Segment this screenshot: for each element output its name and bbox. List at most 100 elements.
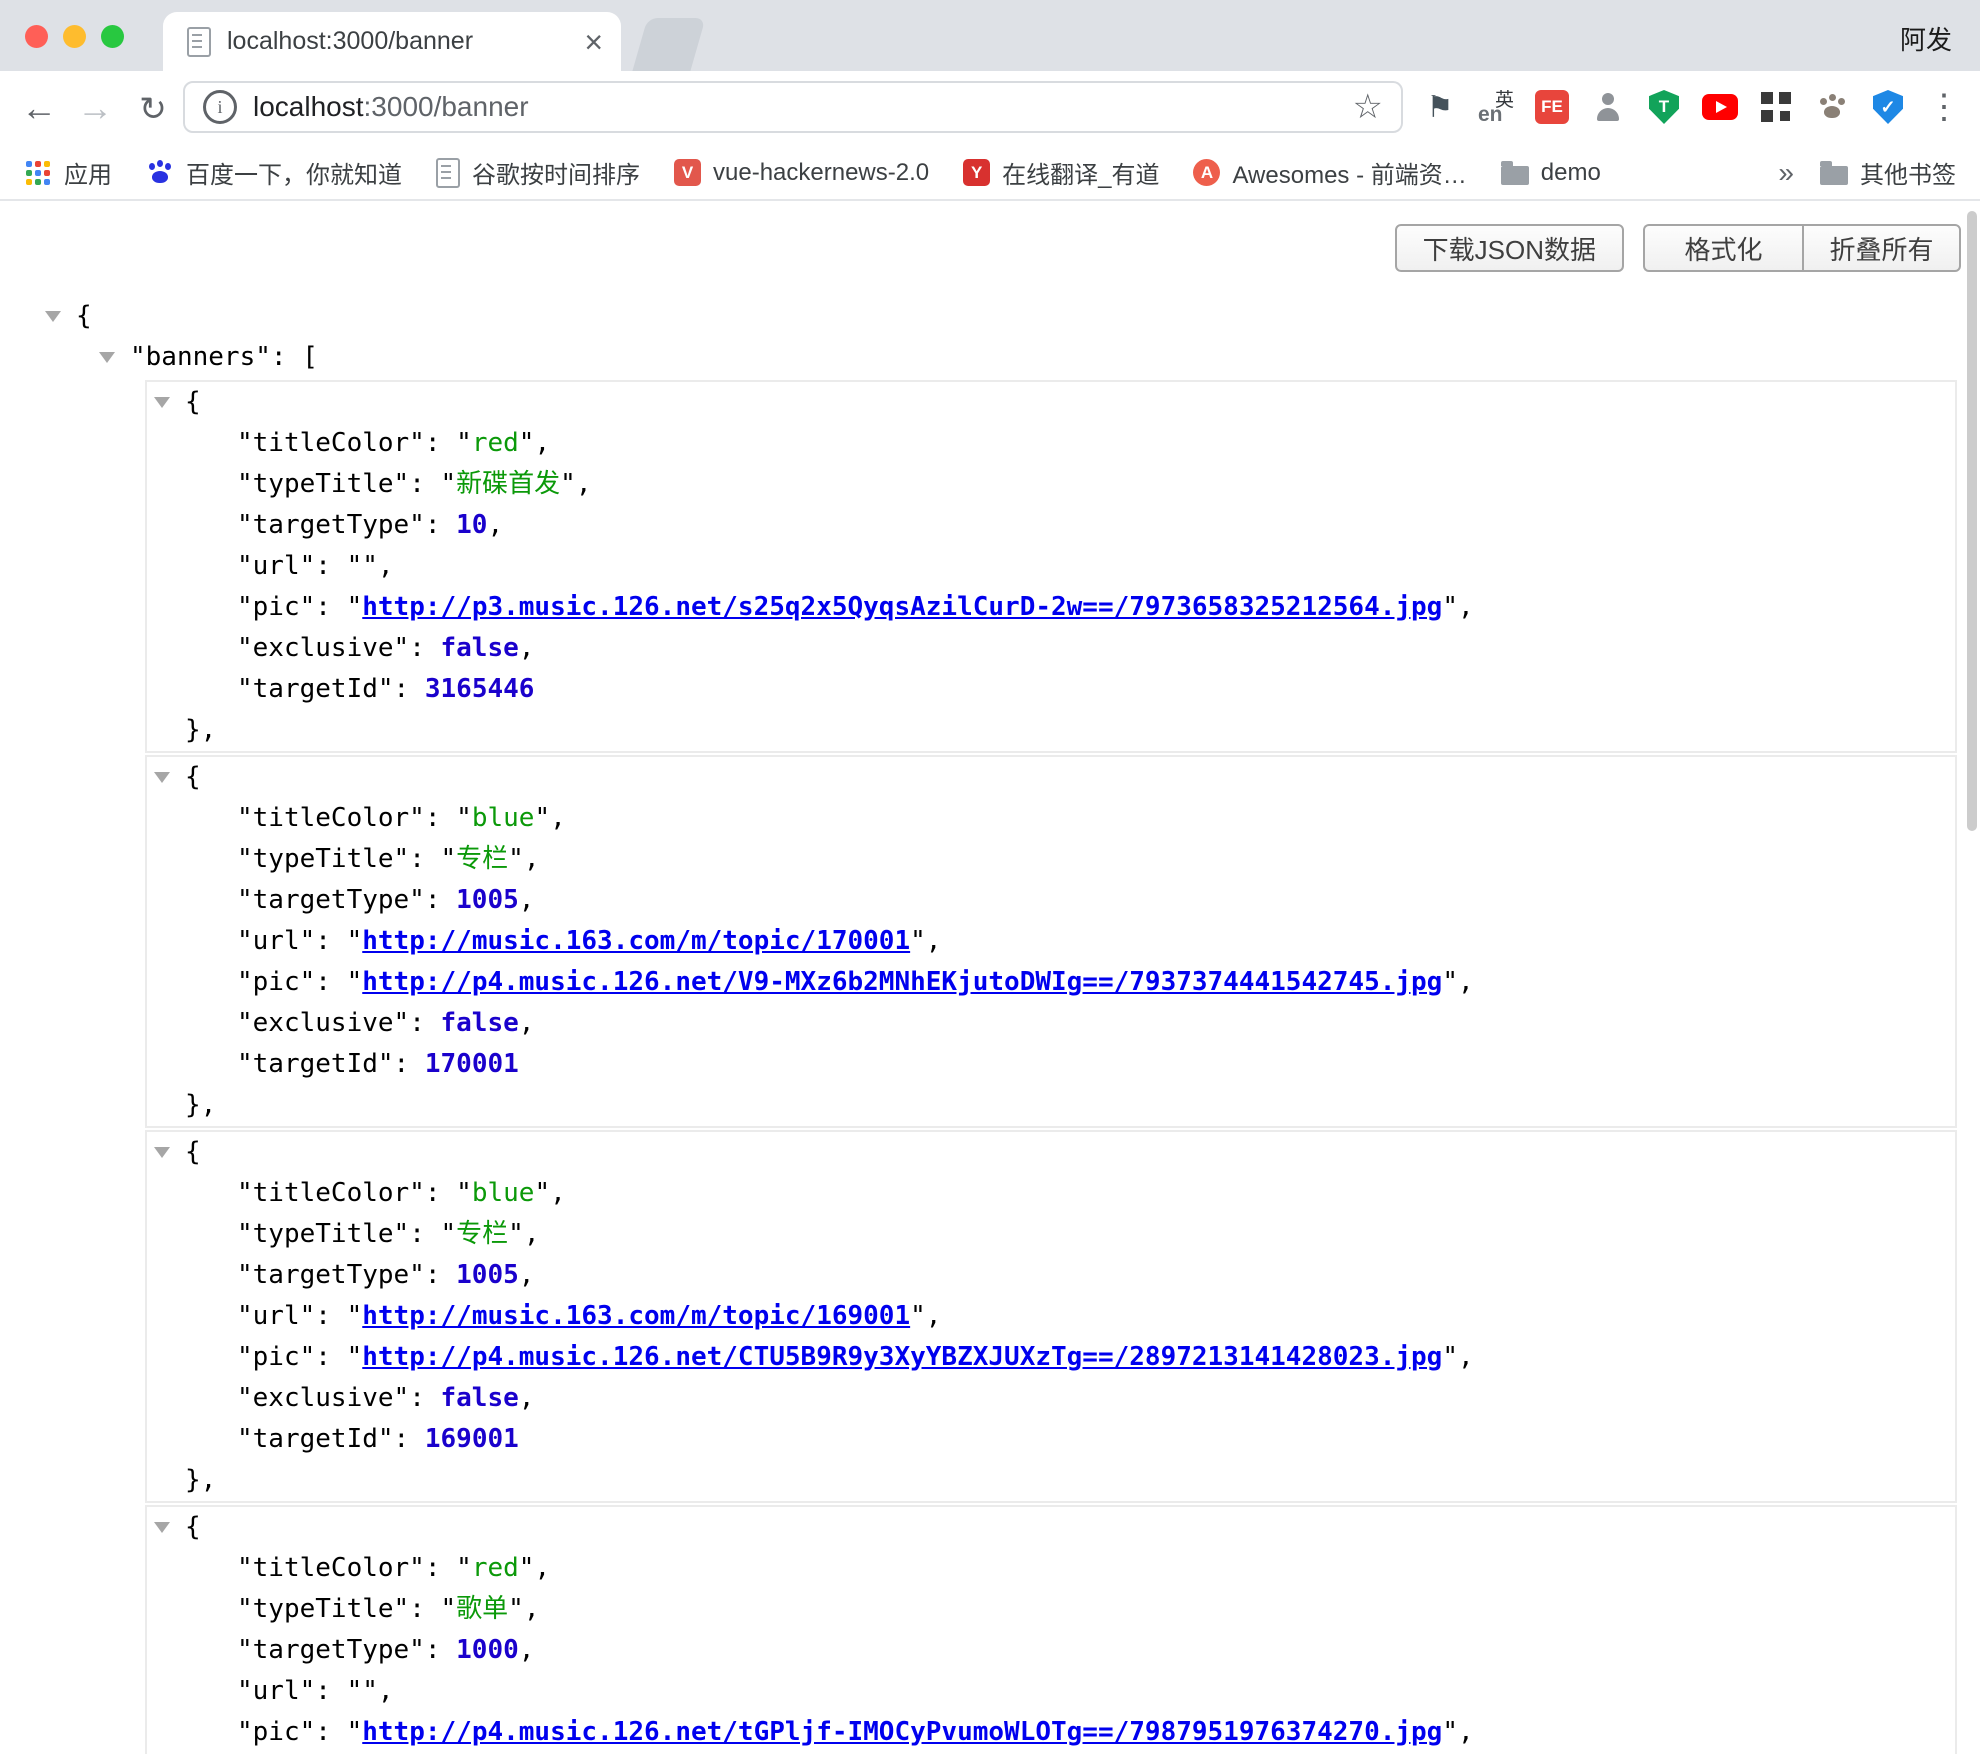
json-number: false	[441, 633, 519, 663]
collapse-triangle-icon[interactable]	[154, 1147, 170, 1158]
paw-glyph	[1816, 91, 1848, 123]
json-line: "typeTitle": "专栏",	[147, 1214, 1955, 1255]
reload-button[interactable]: ↻	[128, 83, 178, 133]
json-token: "	[519, 428, 535, 458]
collapse-triangle-icon[interactable]	[154, 1522, 170, 1533]
json-token: ,	[1458, 1717, 1474, 1747]
bookmark-demo-folder[interactable]: demo	[1501, 159, 1601, 187]
json-key: "targetId"	[237, 1049, 394, 1079]
qr-glyph	[1761, 92, 1791, 122]
json-line: "exclusive": false,	[147, 628, 1955, 669]
json-link[interactable]: http://p4.music.126.net/tGPljf-IMOCyPvum…	[362, 1717, 1442, 1747]
json-link[interactable]: http://p3.music.126.net/s25q2x5QyqsAzilC…	[362, 592, 1442, 622]
vimium-flag-icon[interactable]: ⚑	[1418, 85, 1462, 129]
json-token: :	[315, 1717, 346, 1747]
json-token: "	[456, 1178, 472, 1208]
collapse-triangle-icon[interactable]	[45, 311, 61, 322]
json-token: "	[534, 803, 550, 833]
json-object-box: {"titleColor": "red","typeTitle": "新碟首发"…	[145, 380, 1957, 753]
collapse-triangle-icon[interactable]	[154, 772, 170, 783]
json-token: ,	[378, 1676, 394, 1706]
address-bar[interactable]: i localhost:3000/banner ☆	[183, 81, 1403, 133]
green-shield-icon[interactable]: T	[1642, 85, 1686, 129]
json-token: ,	[378, 551, 394, 581]
format-button[interactable]: 格式化	[1643, 224, 1802, 272]
other-bookmarks[interactable]: 其他书签	[1820, 155, 1956, 190]
youtube-icon[interactable]	[1698, 85, 1742, 129]
json-line: "url": "http://music.163.com/m/topic/170…	[147, 921, 1955, 962]
json-token: :	[315, 1342, 346, 1372]
json-number: 1005	[456, 1260, 519, 1290]
page-icon	[187, 27, 211, 57]
person-icon[interactable]	[1586, 85, 1630, 129]
json-string: blue	[472, 803, 535, 833]
info-icon[interactable]: i	[203, 90, 237, 124]
json-line: "titleColor": "red",	[147, 423, 1955, 464]
bookmark-vue-hackernews[interactable]: V vue-hackernews-2.0	[674, 159, 929, 187]
translate-glyphs: 英 en	[1476, 87, 1516, 127]
bookmark-awesomes[interactable]: A Awesomes - 前端资…	[1193, 155, 1466, 190]
fe-icon[interactable]: FE	[1530, 85, 1574, 129]
translate-en-icon[interactable]: 英 en	[1474, 85, 1518, 129]
collapse-all-button[interactable]: 折叠所有	[1802, 224, 1961, 272]
json-token: ,	[519, 1383, 535, 1413]
extensions-row: ⚑ 英 en FE T ✓ ⋮	[1418, 79, 1966, 135]
collapse-triangle-icon[interactable]	[154, 397, 170, 408]
menu-dots-icon[interactable]: ⋮	[1922, 85, 1966, 129]
scrollbar[interactable]	[1967, 211, 1977, 831]
other-bookmarks-label: 其他书签	[1860, 155, 1956, 190]
json-token: ,	[519, 1008, 535, 1038]
blue-shield-glyph: ✓	[1873, 90, 1903, 124]
json-key: "url"	[237, 926, 315, 956]
close-tab-icon[interactable]: ×	[584, 26, 603, 58]
json-token: ,	[550, 1178, 566, 1208]
json-token: "	[910, 926, 926, 956]
json-link[interactable]: http://p4.music.126.net/CTU5B9R9y3XyYBZX…	[362, 1342, 1442, 1372]
bookmark-label: 百度一下，你就知道	[186, 155, 402, 190]
youdao-badge-icon: Y	[963, 159, 990, 186]
json-token: ,	[550, 803, 566, 833]
bookmark-baidu[interactable]: 百度一下，你就知道	[146, 155, 402, 190]
blue-shield-check-icon[interactable]: ✓	[1866, 85, 1910, 129]
new-tab-button[interactable]	[632, 18, 705, 71]
json-token: "	[910, 1301, 926, 1331]
folder-icon	[1501, 166, 1529, 185]
json-token: ,	[519, 1260, 535, 1290]
bookmark-star-icon[interactable]: ☆	[1353, 87, 1383, 127]
paw-icon[interactable]	[1810, 85, 1854, 129]
json-token: ,	[1458, 592, 1474, 622]
browser-tab[interactable]: localhost:3000/banner ×	[163, 12, 621, 71]
qr-code-icon[interactable]	[1754, 85, 1798, 129]
forward-button[interactable]: →	[70, 83, 120, 133]
json-line: "typeTitle": "歌单",	[147, 1589, 1955, 1630]
json-key: "typeTitle"	[237, 844, 409, 874]
collapse-triangle-icon[interactable]	[99, 352, 115, 363]
json-line: {	[147, 1132, 1955, 1173]
json-token: "	[441, 1594, 457, 1624]
download-json-button[interactable]: 下载JSON数据	[1395, 224, 1624, 272]
json-token: :	[409, 1594, 440, 1624]
back-button[interactable]: ←	[14, 83, 64, 133]
json-token: "	[441, 469, 457, 499]
json-link[interactable]: http://music.163.com/m/topic/169001	[362, 1301, 910, 1331]
json-token: :	[315, 967, 346, 997]
json-token: :	[425, 1635, 456, 1665]
json-number: false	[441, 1008, 519, 1038]
json-token: },	[185, 1090, 216, 1120]
json-key: "titleColor"	[237, 803, 425, 833]
json-number: 1005	[456, 885, 519, 915]
minimize-window-button[interactable]	[63, 25, 86, 48]
bookmark-youdao[interactable]: Y 在线翻译_有道	[963, 155, 1159, 190]
json-key: "banners"	[130, 342, 271, 372]
close-window-button[interactable]	[25, 25, 48, 48]
json-link[interactable]: http://p4.music.126.net/V9-MXz6b2MNhEKju…	[362, 967, 1442, 997]
profile-name: 阿发	[1900, 20, 1952, 57]
bookmarks-overflow-chevron[interactable]: »	[1778, 157, 1794, 189]
json-token: "	[456, 428, 472, 458]
bookmark-google-sort[interactable]: 谷歌按时间排序	[436, 155, 640, 190]
fullscreen-window-button[interactable]	[101, 25, 124, 48]
json-link[interactable]: http://music.163.com/m/topic/170001	[362, 926, 910, 956]
browser-toolbar: ← → ↻ i localhost:3000/banner ☆ ⚑ 英 en F…	[0, 71, 1980, 146]
bookmark-apps[interactable]: 应用	[24, 155, 112, 190]
json-token: ,	[534, 428, 550, 458]
